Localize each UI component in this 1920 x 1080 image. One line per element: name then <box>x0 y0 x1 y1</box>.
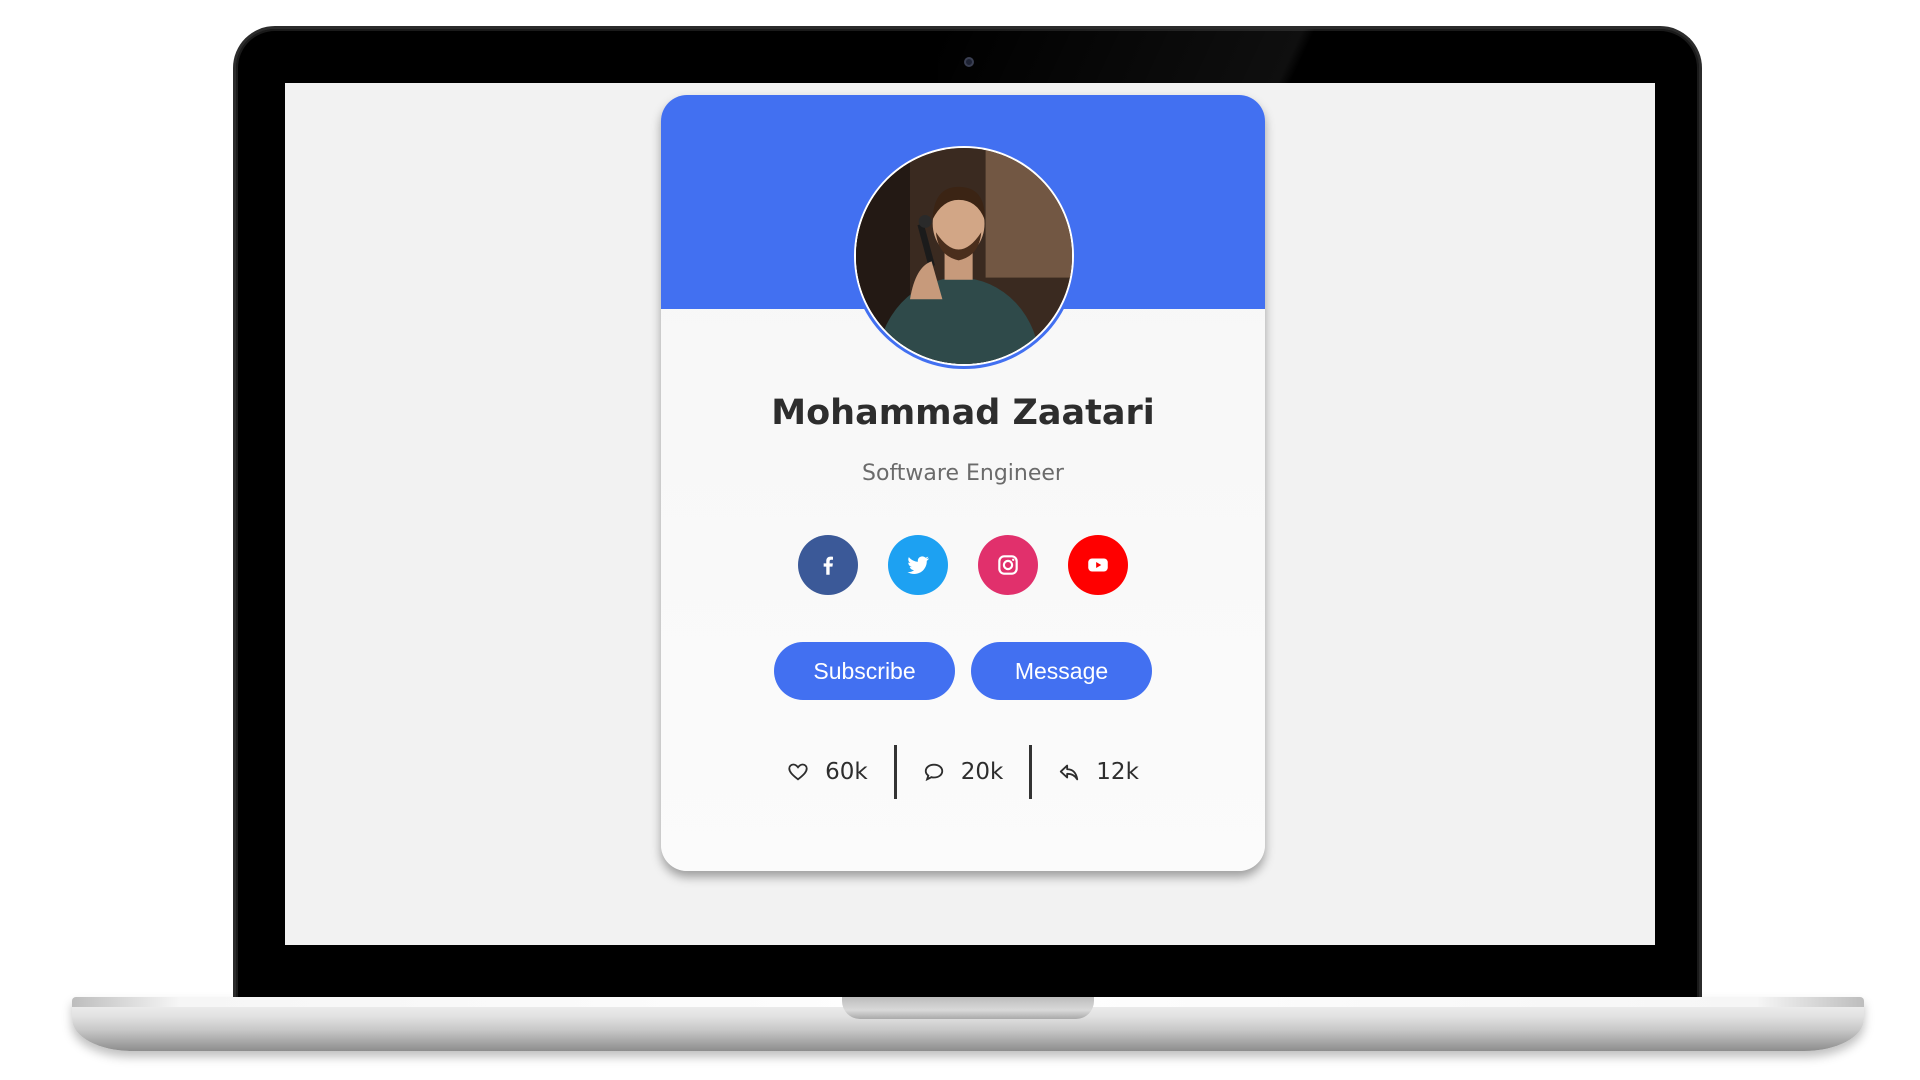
message-button[interactable]: Message <box>971 642 1152 700</box>
profile-name: Mohammad Zaatari <box>771 393 1155 433</box>
likes-count: 60k <box>825 759 868 785</box>
twitter-icon <box>907 556 929 574</box>
shares-count: 12k <box>1096 759 1139 785</box>
instagram-button[interactable] <box>978 535 1038 595</box>
laptop-notch <box>842 997 1094 1019</box>
youtube-button[interactable] <box>1068 535 1128 595</box>
stats-bar: 60k 20k 12k <box>661 745 1265 799</box>
twitter-button[interactable] <box>888 535 948 595</box>
facebook-button[interactable] <box>798 535 858 595</box>
comments-stat[interactable]: 20k <box>897 745 1030 799</box>
webcam <box>964 57 974 67</box>
likes-stat[interactable]: 60k <box>761 745 894 799</box>
facebook-icon <box>823 556 833 575</box>
avatar-photo-art <box>856 148 1072 364</box>
avatar <box>851 143 1077 369</box>
subscribe-button[interactable]: Subscribe <box>774 642 955 700</box>
comment-icon <box>924 763 943 782</box>
comments-count: 20k <box>960 759 1004 785</box>
social-links <box>661 535 1265 595</box>
laptop-screen: Mohammad Zaatari Software Engineer Subsc… <box>285 83 1655 945</box>
youtube-icon <box>1088 558 1108 572</box>
profile-role: Software Engineer <box>862 461 1064 486</box>
profile-card: Mohammad Zaatari Software Engineer Subsc… <box>661 95 1265 871</box>
action-buttons: Subscribe Message <box>661 642 1265 700</box>
share-reply-icon <box>1060 764 1079 781</box>
instagram-icon <box>998 555 1018 575</box>
avatar-photo <box>856 148 1072 364</box>
shares-stat[interactable]: 12k <box>1032 745 1165 799</box>
heart-icon <box>788 763 808 781</box>
